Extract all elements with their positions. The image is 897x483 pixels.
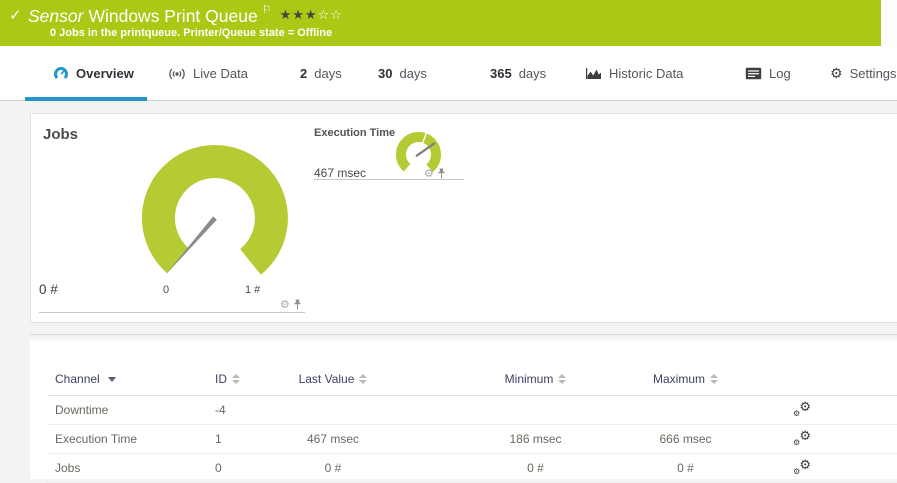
execution-time-underline (314, 179, 464, 180)
cell-channel: Jobs (47, 461, 80, 475)
jobs-gauge-actions: ⚙ (280, 299, 302, 310)
gear-icon: ⚙ (799, 430, 811, 443)
sensor-header: ✓ SensorWindows Print Queue ⚐ ★★★☆☆ 0 Jobs… (0, 0, 881, 46)
cell-last-value: 0 # (325, 461, 342, 475)
log-list-icon (745, 67, 762, 80)
edit-channel-icon[interactable]: ⚙ ⚙ (793, 460, 811, 476)
edit-channel-icon[interactable]: ⚙ ⚙ (793, 431, 811, 447)
execution-time-value: 467 msec (314, 166, 366, 180)
column-header-maximum-label: Maximum (653, 372, 705, 386)
table-row-jobs[interactable]: Jobs 0 0 # 0 # 0 # ⚙ ⚙ (47, 454, 897, 483)
active-tab-underline (25, 97, 147, 101)
column-header-channel-label: Channel (55, 372, 100, 386)
jobs-gauge (142, 145, 288, 291)
tab-log[interactable]: Log (745, 46, 791, 101)
column-header-last-value-label: Last Value (299, 372, 355, 386)
edit-channel-icon[interactable]: ⚙ ⚙ (793, 402, 811, 418)
cell-id: 0 (215, 461, 222, 475)
cell-channel: Execution Time (47, 432, 137, 446)
channels-table-panel: Channel ID Last Value Minimum Maximum (30, 334, 897, 479)
tab-2-days-unit: days (314, 66, 341, 81)
tab-historic-data[interactable]: Historic Data (585, 46, 683, 101)
broadcast-icon (168, 67, 186, 81)
status-ok-icon: ✓ (9, 6, 22, 24)
gear-small-icon: ⚙ (793, 410, 800, 418)
gear-small-icon: ⚙ (793, 439, 800, 447)
sensor-status-message: 0 Jobs in the printqueue. Printer/Queue … (50, 27, 332, 39)
page-title: Windows Print Queue (88, 6, 257, 26)
tab-log-label: Log (769, 66, 791, 81)
gauge-settings-icon[interactable]: ⚙ (280, 299, 290, 310)
tab-30-days[interactable]: 30 days (378, 46, 427, 101)
jobs-gauge-title: Jobs (43, 126, 78, 143)
jobs-gauge-underline (39, 312, 305, 313)
column-header-id[interactable]: ID (215, 372, 240, 395)
gear-icon: ⚙ (799, 459, 811, 472)
table-row-downtime[interactable]: Downtime -4 ⚙ ⚙ (47, 396, 897, 425)
tab-365-days-unit: days (519, 66, 546, 81)
tab-overview-label: Overview (76, 66, 134, 81)
cell-id: 1 (215, 432, 222, 446)
stars-filled: ★★★ (280, 8, 318, 23)
gear-icon: ⚙ (830, 67, 843, 81)
tab-settings[interactable]: ⚙ Settings (830, 46, 897, 101)
priority-stars[interactable]: ★★★☆☆ (280, 8, 343, 23)
table-header-row: Channel ID Last Value Minimum Maximum (47, 335, 897, 396)
jobs-current-value: 0 # (39, 282, 58, 297)
stars-empty: ☆☆ (318, 8, 343, 23)
gear-icon: ⚙ (799, 401, 811, 414)
channels-table: Channel ID Last Value Minimum Maximum (47, 335, 897, 483)
gear-small-icon: ⚙ (793, 468, 800, 476)
area-chart-icon (585, 67, 602, 80)
column-header-last-value[interactable]: Last Value (299, 372, 368, 395)
sensor-type-label: Sensor (28, 6, 83, 26)
gauge-icon (53, 66, 69, 82)
tab-bar: Overview Live Data 2 days 30 days 365 da… (0, 46, 897, 101)
tab-settings-label: Settings (850, 66, 897, 81)
execution-time-gauge-actions: ⚙ (424, 168, 446, 179)
flag-icon[interactable]: ⚐ (262, 3, 272, 16)
table-row-execution-time[interactable]: Execution Time 1 467 msec 186 msec 666 m… (47, 425, 897, 454)
cell-maximum: 666 msec (659, 432, 711, 446)
tab-30-days-number: 30 (378, 66, 392, 81)
tab-365-days-number: 365 (490, 66, 512, 81)
tab-live-data[interactable]: Live Data (168, 46, 248, 101)
column-header-id-label: ID (215, 372, 227, 386)
tab-overview[interactable]: Overview (53, 46, 134, 101)
tab-2-days[interactable]: 2 days (300, 46, 342, 101)
cell-id: -4 (215, 403, 226, 417)
cell-channel: Downtime (47, 403, 108, 417)
column-header-minimum[interactable]: Minimum (505, 372, 567, 395)
cell-minimum: 0 # (527, 461, 544, 475)
tab-historic-data-label: Historic Data (609, 66, 683, 81)
sort-toggle-icon (359, 374, 367, 384)
pin-icon[interactable] (437, 168, 446, 179)
overview-gauges-panel: Jobs 0 1 # 0 # ⚙ Execution Time 467 msec… (30, 113, 897, 323)
header-right-gap (881, 0, 897, 46)
pin-icon[interactable] (293, 299, 302, 310)
sort-desc-icon (108, 377, 116, 382)
sort-toggle-icon (232, 374, 240, 384)
column-header-channel[interactable]: Channel (47, 372, 116, 395)
column-header-minimum-label: Minimum (505, 372, 554, 386)
tab-live-data-label: Live Data (193, 66, 248, 81)
sort-toggle-icon (558, 374, 566, 384)
cell-maximum: 0 # (677, 461, 694, 475)
execution-time-gauge-title: Execution Time (314, 127, 395, 139)
cell-minimum: 186 msec (509, 432, 561, 446)
tab-365-days[interactable]: 365 days (490, 46, 546, 101)
gauge-settings-icon[interactable]: ⚙ (424, 168, 434, 179)
jobs-gauge-scale-min: 0 (163, 284, 169, 296)
jobs-gauge-scale-max: 1 # (245, 284, 260, 296)
tab-30-days-unit: days (399, 66, 426, 81)
column-header-maximum[interactable]: Maximum (653, 372, 718, 395)
sensor-title-line: SensorWindows Print Queue ⚐ ★★★☆☆ (28, 3, 343, 27)
sort-toggle-icon (710, 374, 718, 384)
tab-2-days-number: 2 (300, 66, 307, 81)
cell-last-value: 467 msec (307, 432, 359, 446)
